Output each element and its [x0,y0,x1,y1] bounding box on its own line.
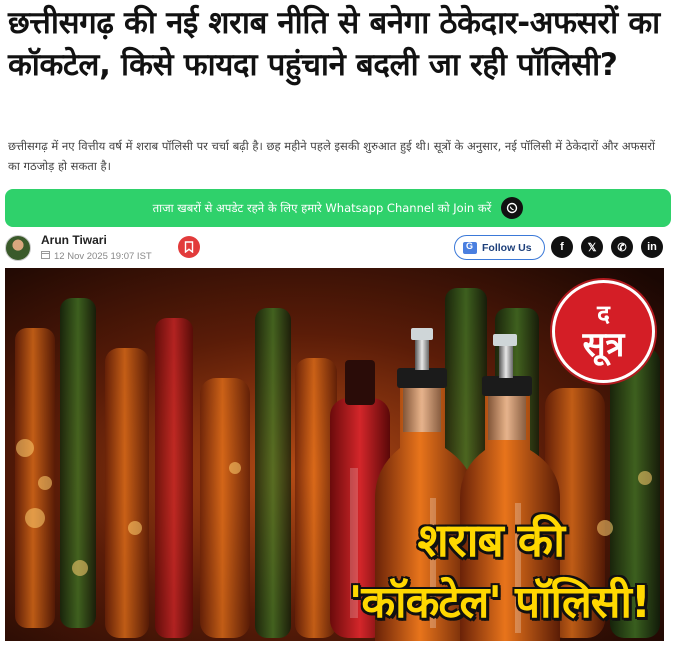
logo-line1: द [597,299,610,328]
x-glyph: 𝕏 [587,241,597,254]
follow-us-button[interactable]: Follow Us [454,235,545,260]
bookmark-icon [184,241,194,253]
whatsapp-icon [501,197,524,219]
facebook-icon[interactable]: f [551,236,573,258]
linkedin-glyph: in [647,241,657,253]
google-news-icon [463,241,477,254]
whatsapp-banner-text: ताजा खबरों से अपडेट रहने के लिए हमारे Wh… [152,200,492,215]
x-icon[interactable]: 𝕏 [581,236,603,258]
whatsapp-glyph: ✆ [617,241,627,254]
the-sootr-logo: द सूत्र [552,280,655,383]
logo-line2: सूत्र [582,324,625,365]
whatsapp-channel-banner[interactable]: ताजा खबरों से अपडेट रहने के लिए हमारे Wh… [5,189,671,227]
author-name[interactable]: Arun Tiwari [41,233,107,247]
calendar-icon [41,250,50,262]
publish-date-text: 12 Nov 2025 19:07 IST [54,250,152,262]
linkedin-icon[interactable]: in [641,236,663,258]
author-row: Arun Tiwari 12 Nov 2025 19:07 IST Follow… [5,233,671,263]
article-summary: छत्तीसगढ़ में नए वित्तीय वर्ष में शराब प… [8,139,655,173]
bookmark-button[interactable] [178,236,200,258]
follow-us-label: Follow Us [482,241,532,254]
author-avatar[interactable] [5,235,31,261]
publish-date: 12 Nov 2025 19:07 IST [41,250,152,262]
facebook-glyph: f [560,241,564,253]
hero-overlay-line1: शराब की [417,513,565,567]
article-headline: छत्तीसगढ़ की नई शराब नीति से बनेगा ठेकेद… [8,5,660,83]
hero-overlay-line2: 'कॉकटेल' पॉलिसी! [348,577,651,628]
whatsapp-share-icon[interactable]: ✆ [611,236,633,258]
hero-image: द सूत्र शराब की 'कॉकटेल' पॉलिसी! [5,268,664,641]
